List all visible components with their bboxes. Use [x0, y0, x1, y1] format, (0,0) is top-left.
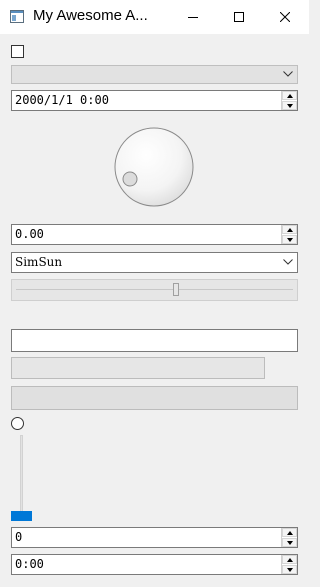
main-window: My Awesome A... 2000/1/1 0:00 0.00 SimSu…	[0, 0, 309, 587]
minimize-button[interactable]	[170, 0, 216, 33]
time-edit-value: 0:00	[15, 557, 44, 571]
chevron-down-icon	[283, 259, 293, 265]
datetime-value: 2000/1/1 0:00	[15, 93, 109, 107]
horizontal-slider[interactable]	[11, 279, 298, 301]
minimize-icon	[188, 16, 198, 18]
spin-box-value: 0	[15, 530, 23, 544]
spin-box-up-button[interactable]	[282, 528, 297, 537]
triangle-up-icon	[286, 227, 293, 232]
vertical-slider[interactable]	[11, 433, 32, 521]
vertical-slider-handle[interactable]	[11, 511, 32, 521]
datetime-spin-buttons	[281, 91, 297, 110]
triangle-down-icon	[286, 567, 293, 572]
triangle-up-icon	[286, 93, 293, 98]
dial[interactable]	[113, 126, 195, 208]
triangle-up-icon	[286, 557, 293, 562]
triangle-down-icon	[286, 237, 293, 242]
chevron-down-icon	[283, 71, 293, 77]
close-icon	[280, 11, 290, 22]
radio-button[interactable]	[11, 417, 24, 430]
close-button[interactable]	[262, 0, 308, 33]
progress-bar	[11, 357, 265, 379]
vertical-slider-groove	[20, 435, 23, 517]
datetime-edit[interactable]: 2000/1/1 0:00	[11, 90, 298, 111]
font-combo-box[interactable]: SimSun	[11, 252, 298, 273]
triangle-down-icon	[286, 103, 293, 108]
double-spin-down-button[interactable]	[282, 235, 297, 244]
triangle-down-icon	[286, 540, 293, 545]
progress-bar-wide	[11, 386, 298, 410]
spin-box[interactable]: 0	[11, 527, 298, 548]
double-spin-value: 0.00	[15, 227, 44, 241]
spin-box-buttons	[281, 528, 297, 547]
time-edit-buttons	[281, 555, 297, 574]
time-edit-down-button[interactable]	[282, 565, 297, 574]
double-spin-up-button[interactable]	[282, 225, 297, 234]
maximize-button[interactable]	[216, 0, 262, 33]
time-edit[interactable]: 0:00	[11, 554, 298, 575]
horizontal-slider-handle[interactable]	[173, 283, 179, 296]
spin-box-down-button[interactable]	[282, 538, 297, 547]
app-window-icon	[10, 10, 24, 23]
double-spin-buttons	[281, 225, 297, 244]
datetime-up-button[interactable]	[282, 91, 297, 100]
maximize-icon	[234, 11, 244, 22]
combo-box-disabled[interactable]	[11, 65, 298, 84]
title-bar[interactable]: My Awesome A...	[0, 0, 309, 34]
font-combo-value: SimSun	[15, 255, 63, 269]
dial-notch	[122, 171, 138, 187]
double-spin-box[interactable]: 0.00	[11, 224, 298, 245]
horizontal-slider-groove	[16, 289, 293, 290]
line-edit[interactable]	[11, 329, 298, 352]
triangle-up-icon	[286, 530, 293, 535]
datetime-down-button[interactable]	[282, 101, 297, 110]
window-title: My Awesome A...	[33, 7, 148, 24]
time-edit-up-button[interactable]	[282, 555, 297, 564]
checkbox[interactable]	[11, 45, 24, 58]
